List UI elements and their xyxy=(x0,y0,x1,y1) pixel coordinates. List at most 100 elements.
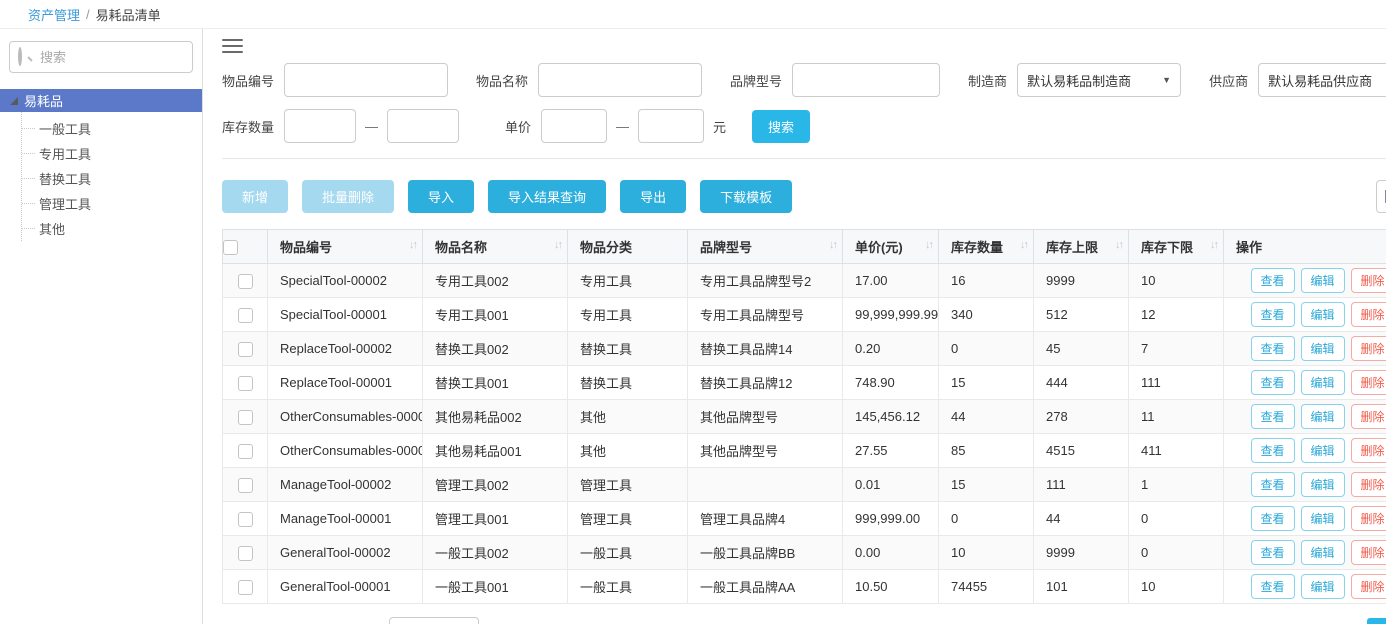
download-template-button[interactable]: 下载模板 xyxy=(700,180,792,213)
tree-node-special-tools[interactable]: 专用工具 xyxy=(22,141,202,166)
row-actions: 查看编辑删除 xyxy=(1224,468,1386,502)
cell-brand: 管理工具品牌4 xyxy=(688,502,843,536)
edit-button[interactable]: 编辑 xyxy=(1301,268,1345,293)
view-button[interactable]: 查看 xyxy=(1251,404,1295,429)
edit-button[interactable]: 编辑 xyxy=(1301,370,1345,395)
column-header-code[interactable]: 物品编号 ↓↑ xyxy=(268,230,423,264)
export-button[interactable]: 导出 xyxy=(620,180,686,213)
cell-code: ReplaceTool-00001 xyxy=(268,366,423,400)
breadcrumb-link-asset-management[interactable]: 资产管理 xyxy=(28,5,80,24)
delete-button[interactable]: 删除 xyxy=(1351,404,1386,429)
delete-button[interactable]: 删除 xyxy=(1351,574,1386,599)
sort-icon[interactable]: ↓↑ xyxy=(409,239,416,251)
row-checkbox[interactable] xyxy=(238,512,253,527)
edit-button[interactable]: 编辑 xyxy=(1301,574,1345,599)
item-code-input[interactable] xyxy=(284,63,448,97)
columns-toggle-button[interactable]: ▼ xyxy=(1376,180,1386,213)
tree-node-other[interactable]: 其他 xyxy=(22,216,202,241)
row-checkbox[interactable] xyxy=(238,546,253,561)
sidebar-search-input[interactable] xyxy=(9,41,193,73)
tree-node-consumables[interactable]: 易耗品 xyxy=(0,89,202,112)
tree-node-general-tools[interactable]: 一般工具 xyxy=(22,116,202,141)
page-size-select[interactable]: 20 ▲▼ xyxy=(389,617,479,624)
sort-icon[interactable]: ↓↑ xyxy=(925,239,932,251)
view-button[interactable]: 查看 xyxy=(1251,268,1295,293)
row-actions: 查看编辑删除 xyxy=(1224,332,1386,366)
edit-button[interactable]: 编辑 xyxy=(1301,472,1345,497)
view-button[interactable]: 查看 xyxy=(1251,472,1295,497)
add-button[interactable]: 新增 xyxy=(222,180,288,213)
edit-button[interactable]: 编辑 xyxy=(1301,506,1345,531)
edit-button[interactable]: 编辑 xyxy=(1301,404,1345,429)
search-button[interactable]: 搜索 xyxy=(752,110,810,143)
item-name-input[interactable] xyxy=(538,63,702,97)
edit-button[interactable]: 编辑 xyxy=(1301,302,1345,327)
view-button[interactable]: 查看 xyxy=(1251,336,1295,361)
delete-button[interactable]: 删除 xyxy=(1351,336,1386,361)
row-checkbox[interactable] xyxy=(238,580,253,595)
tree-node-manage-tools[interactable]: 管理工具 xyxy=(22,191,202,216)
tree-expand-icon[interactable] xyxy=(10,97,18,105)
cell-max: 44 xyxy=(1034,502,1129,536)
batch-delete-button[interactable]: 批量删除 xyxy=(302,180,394,213)
price-max-input[interactable] xyxy=(638,109,704,143)
main-panel: 物品编号 物品名称 品牌型号 制造商 默认易耗品制造商 ▼ xyxy=(203,29,1386,624)
view-button[interactable]: 查看 xyxy=(1251,370,1295,395)
delete-button[interactable]: 删除 xyxy=(1351,370,1386,395)
sort-icon[interactable]: ↓↑ xyxy=(829,239,836,251)
column-header-price[interactable]: 单价(元) ↓↑ xyxy=(843,230,939,264)
supplier-label: 供应商 xyxy=(1209,71,1248,90)
cell-category: 其他 xyxy=(568,434,688,468)
sort-icon[interactable]: ↓↑ xyxy=(1115,239,1122,251)
sort-icon[interactable]: ↓↑ xyxy=(1210,239,1217,251)
brand-model-input[interactable] xyxy=(792,63,940,97)
tree-node-replace-tools[interactable]: 替换工具 xyxy=(22,166,202,191)
manufacturer-select[interactable]: 默认易耗品制造商 ▼ xyxy=(1017,63,1181,97)
import-result-query-button[interactable]: 导入结果查询 xyxy=(488,180,606,213)
row-checkbox[interactable] xyxy=(238,376,253,391)
row-checkbox[interactable] xyxy=(238,444,253,459)
table-row: ManageTool-00002管理工具002管理工具0.01151111查看编… xyxy=(223,468,1386,502)
delete-button[interactable]: 删除 xyxy=(1351,506,1386,531)
edit-button[interactable]: 编辑 xyxy=(1301,336,1345,361)
stock-qty-max-input[interactable] xyxy=(387,109,459,143)
import-button[interactable]: 导入 xyxy=(408,180,474,213)
item-name-label: 物品名称 xyxy=(476,71,528,90)
supplier-select[interactable]: 默认易耗品供应商 ▼ xyxy=(1258,63,1386,97)
row-checkbox[interactable] xyxy=(238,478,253,493)
delete-button[interactable]: 删除 xyxy=(1351,302,1386,327)
range-separator: — xyxy=(616,119,629,134)
view-button[interactable]: 查看 xyxy=(1251,540,1295,565)
page-1-button[interactable]: 1 xyxy=(1367,618,1386,624)
stock-qty-min-input[interactable] xyxy=(284,109,356,143)
row-checkbox[interactable] xyxy=(238,308,253,323)
cell-stock: 74455 xyxy=(939,570,1034,604)
category-sidebar: 易耗品 一般工具 专用工具 替换工具 管理工具 其他 xyxy=(0,29,203,624)
edit-button[interactable]: 编辑 xyxy=(1301,540,1345,565)
select-all-checkbox[interactable] xyxy=(223,240,238,255)
cell-name: 专用工具001 xyxy=(423,298,568,332)
row-checkbox[interactable] xyxy=(238,410,253,425)
delete-button[interactable]: 删除 xyxy=(1351,472,1386,497)
price-unit-label: 元 xyxy=(713,117,726,136)
row-checkbox[interactable] xyxy=(238,342,253,357)
view-button[interactable]: 查看 xyxy=(1251,506,1295,531)
view-button[interactable]: 查看 xyxy=(1251,574,1295,599)
column-header-brand[interactable]: 品牌型号 ↓↑ xyxy=(688,230,843,264)
column-header-stock[interactable]: 库存数量 ↓↑ xyxy=(939,230,1034,264)
delete-button[interactable]: 删除 xyxy=(1351,438,1386,463)
view-button[interactable]: 查看 xyxy=(1251,438,1295,463)
delete-button[interactable]: 删除 xyxy=(1351,268,1386,293)
column-header-stock-min[interactable]: 库存下限 ↓↑ xyxy=(1129,230,1224,264)
column-header-stock-max[interactable]: 库存上限 ↓↑ xyxy=(1034,230,1129,264)
delete-button[interactable]: 删除 xyxy=(1351,540,1386,565)
sort-icon[interactable]: ↓↑ xyxy=(1020,239,1027,251)
column-header-name[interactable]: 物品名称 ↓↑ xyxy=(423,230,568,264)
view-button[interactable]: 查看 xyxy=(1251,302,1295,327)
edit-button[interactable]: 编辑 xyxy=(1301,438,1345,463)
row-checkbox[interactable] xyxy=(238,274,253,289)
price-min-input[interactable] xyxy=(541,109,607,143)
collapse-sidebar-icon[interactable] xyxy=(222,39,243,53)
sort-icon[interactable]: ↓↑ xyxy=(554,239,561,251)
breadcrumb: 资产管理 / 易耗品清单 xyxy=(0,0,1386,29)
